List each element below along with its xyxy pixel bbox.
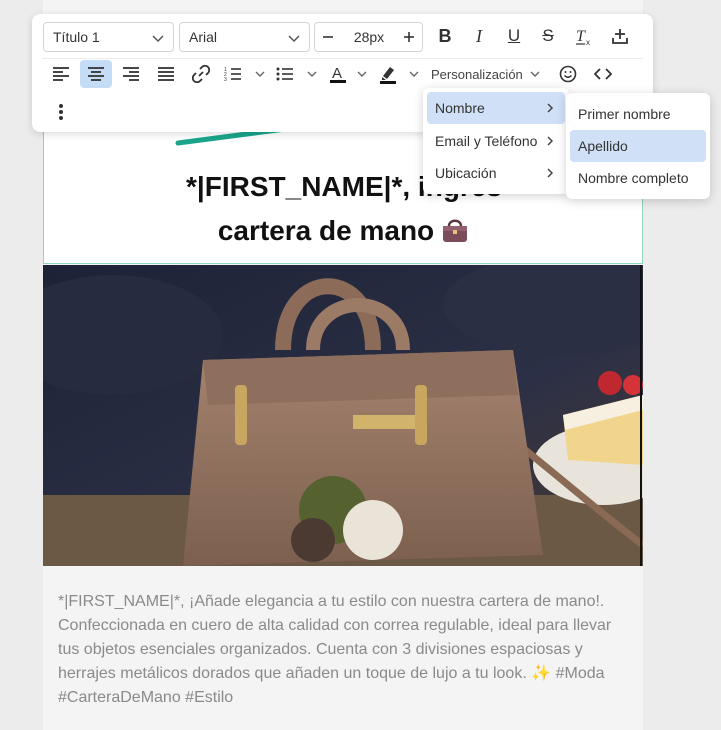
chevron-right-icon [547,103,554,113]
body-block[interactable]: *|FIRST_NAME|*, ¡Añade elegancia a tu es… [43,566,643,730]
body-text: *|FIRST_NAME|*, ¡Añade elegancia a tu es… [58,593,612,682]
font-family-select-value: Arial [189,29,218,45]
chevron-down-icon[interactable] [254,68,266,80]
svg-text:A: A [332,65,342,82]
sparkles-emoji-icon: ✨ [531,665,552,682]
strikethrough-icon: S [542,26,554,45]
minus-icon[interactable] [321,27,335,47]
menu-item-nombre[interactable]: Nombre [427,92,565,124]
align-left-button[interactable] [45,60,77,88]
chevron-down-icon[interactable] [306,68,318,80]
product-image[interactable] [43,265,643,566]
chevron-down-icon [288,35,300,43]
insert-icon [612,29,628,44]
source-code-button[interactable] [587,60,619,88]
align-right-button[interactable] [115,60,147,88]
justify-button[interactable] [150,60,182,88]
chevron-down-icon [530,71,540,77]
submenu-item-primer-nombre[interactable]: Primer nombre [570,98,706,130]
submenu-item-nombre-completo[interactable]: Nombre completo [570,162,706,194]
align-center-icon [88,67,104,81]
font-family-select[interactable]: Arial [179,22,310,52]
svg-text:x: x [586,38,590,46]
heading-select-value: Título 1 [53,29,100,45]
code-icon [594,68,612,80]
more-options-button[interactable] [45,98,77,126]
menu-item-label: Ubicación [435,165,497,181]
personalization-menu: Nombre Email y Teléfono Ubicación [423,88,569,194]
menu-item-ubicacion[interactable]: Ubicación [427,157,565,189]
ordered-list-button[interactable]: 123 [220,60,246,88]
svg-text:3: 3 [224,77,227,82]
nombre-submenu: Primer nombre Apellido Nombre completo [566,93,710,199]
bullet-list-icon [276,67,293,81]
bullet-list-button[interactable] [272,60,298,88]
submenu-item-label: Nombre completo [578,170,689,186]
emoji-button[interactable] [552,60,584,88]
highlight-color-button[interactable] [374,60,402,88]
handbag-photo [43,265,643,566]
text-color-button[interactable]: A [324,60,352,88]
menu-item-label: Email y Teléfono [435,133,538,149]
insert-button[interactable] [604,22,636,50]
submenu-item-apellido[interactable]: Apellido [570,130,706,162]
chevron-right-icon [547,136,554,146]
highlighter-icon [380,67,396,84]
menu-item-email-telefono[interactable]: Email y Teléfono [427,125,565,157]
align-right-icon [123,67,139,81]
personalization-dropdown[interactable]: Personalización [431,60,541,88]
plus-icon[interactable] [402,27,416,47]
clear-format-icon: T x [576,28,590,46]
svg-text:T: T [576,28,586,45]
clear-format-button[interactable]: T x [568,22,600,50]
link-icon [192,65,210,83]
menu-item-label: Nombre [435,100,485,116]
underline-icon: U [507,26,521,45]
chevron-right-icon [547,168,554,178]
font-size-stepper[interactable]: 28px [314,22,423,52]
chevron-down-icon[interactable] [408,68,420,80]
italic-button[interactable]: I [463,22,495,50]
text-color-icon: A [330,65,346,83]
justify-icon [158,67,174,81]
personalization-label: Personalización [431,66,523,82]
headline-line2: cartera de mano [217,215,435,246]
chevron-down-icon[interactable] [356,68,368,80]
underline-button[interactable]: U [498,22,530,50]
heading-select[interactable]: Título 1 [43,22,174,52]
italic-icon: I [476,25,482,46]
handbag-emoji-icon [440,213,470,257]
chevron-down-icon [152,35,164,43]
ordered-list-icon: 123 [224,67,241,82]
toolbar-divider [42,58,643,59]
bold-icon: B [438,25,452,46]
font-size-value[interactable]: 28px [349,29,389,45]
body-paragraph: *|FIRST_NAME|*, ¡Añade elegancia a tu es… [58,590,628,710]
align-center-button[interactable] [80,60,112,88]
submenu-item-label: Primer nombre [578,106,671,122]
strikethrough-button[interactable]: S [532,22,564,50]
kebab-menu-icon [59,104,63,120]
submenu-item-label: Apellido [578,138,628,154]
bold-button[interactable]: B [429,22,461,50]
align-left-icon [53,67,69,81]
smiley-icon [559,65,577,83]
link-button[interactable] [185,60,217,88]
